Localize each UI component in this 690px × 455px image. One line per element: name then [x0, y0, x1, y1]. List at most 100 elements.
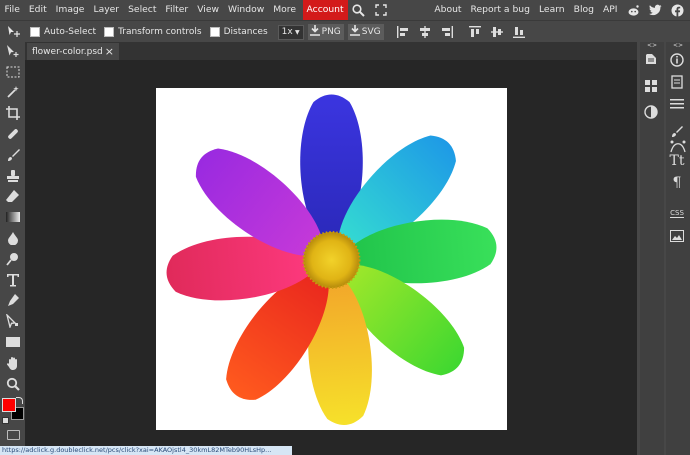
- menu-filter[interactable]: Filter: [161, 0, 193, 20]
- move-tool[interactable]: [0, 42, 25, 63]
- align-left-icon[interactable]: [396, 25, 410, 39]
- menu-edit[interactable]: Edit: [24, 0, 51, 20]
- history-button[interactable]: [640, 50, 662, 72]
- document-tab[interactable]: flower-color.psd ×: [27, 43, 119, 60]
- link-about[interactable]: About: [430, 0, 466, 20]
- menu-image[interactable]: Image: [51, 0, 89, 20]
- menu-account[interactable]: Account: [302, 0, 348, 20]
- foreground-color-swatch[interactable]: [2, 398, 16, 412]
- swatches-button[interactable]: [640, 76, 662, 98]
- align-bottom-icon[interactable]: [512, 25, 526, 39]
- image-icon: [670, 229, 684, 245]
- eraser-icon: [5, 189, 20, 206]
- blur-tool[interactable]: [0, 229, 25, 250]
- path-select-icon: [5, 313, 20, 331]
- menu-window[interactable]: Window: [224, 0, 269, 20]
- stamp-tool[interactable]: [0, 167, 25, 188]
- link-blog[interactable]: Blog: [569, 0, 598, 20]
- transform-controls-box[interactable]: [104, 27, 115, 37]
- twitter-icon[interactable]: [648, 3, 662, 17]
- collapse-arrows[interactable]: <>: [666, 42, 690, 50]
- dodge-tool[interactable]: [0, 250, 25, 271]
- align-right-icon[interactable]: [440, 25, 454, 39]
- swatches-icon: [644, 79, 658, 96]
- link-learn[interactable]: Learn: [534, 0, 569, 20]
- document-tab-bar: flower-color.psd ×: [25, 42, 637, 60]
- shape-tool[interactable]: [0, 333, 25, 354]
- collapse-arrows[interactable]: <>: [640, 42, 664, 50]
- layers-button[interactable]: [666, 72, 688, 94]
- distances-box[interactable]: [209, 27, 220, 37]
- export-svg-button[interactable]: SVG: [347, 24, 384, 40]
- search-icon[interactable]: [352, 3, 366, 17]
- healing-tool[interactable]: [0, 125, 25, 146]
- download-icon: [309, 25, 320, 39]
- export-png-button[interactable]: PNG: [307, 24, 344, 40]
- crop-icon: [5, 106, 20, 123]
- default-colors-icon[interactable]: [2, 417, 9, 424]
- crop-tool[interactable]: [0, 104, 25, 125]
- menu-layer[interactable]: Layer: [89, 0, 124, 20]
- chevron-down-icon: ▼: [295, 28, 300, 36]
- color-swatches: [1, 397, 25, 427]
- align-middle-v-icon[interactable]: [490, 25, 504, 39]
- stamp-icon: [6, 169, 20, 186]
- blur-icon: [7, 231, 19, 248]
- quick-mask-icon[interactable]: [7, 430, 20, 440]
- type-tool[interactable]: [0, 271, 25, 292]
- right-panel: <> <> Tt ¶ CSS: [637, 42, 690, 455]
- adjust-button[interactable]: [640, 102, 662, 124]
- close-icon[interactable]: ×: [105, 45, 114, 58]
- transform-controls-checkbox[interactable]: Transform controls: [104, 27, 202, 37]
- menu-view[interactable]: View: [193, 0, 224, 20]
- zoom-tool[interactable]: [0, 375, 25, 396]
- auto-select-box[interactable]: [30, 27, 40, 37]
- canvas-area[interactable]: [25, 60, 637, 446]
- pen-tool[interactable]: [0, 292, 25, 313]
- link-report-bug[interactable]: Report a bug: [466, 0, 534, 20]
- history-icon: [644, 53, 658, 70]
- path-select-tool[interactable]: [0, 312, 25, 333]
- layers-icon: [670, 74, 684, 92]
- reddit-icon[interactable]: [626, 3, 640, 17]
- brush-icon: [6, 148, 20, 165]
- adjust-icon: [644, 104, 658, 122]
- menu-more[interactable]: More: [269, 0, 301, 20]
- brush-tool[interactable]: [0, 146, 25, 167]
- document-canvas[interactable]: [156, 88, 507, 430]
- facebook-icon[interactable]: [670, 3, 684, 17]
- align-top-icon[interactable]: [468, 25, 482, 39]
- hand-tool[interactable]: [0, 354, 25, 375]
- magic-wand-tool[interactable]: [0, 84, 25, 105]
- swap-colors-icon[interactable]: [16, 397, 23, 404]
- zoom-value: 1x: [281, 27, 293, 37]
- distances-checkbox[interactable]: Distances: [209, 27, 268, 37]
- image-button[interactable]: [666, 226, 688, 248]
- css-button[interactable]: CSS: [666, 202, 688, 224]
- flower-image: [166, 94, 497, 425]
- menu-select[interactable]: Select: [124, 0, 161, 20]
- menu-file[interactable]: File: [0, 0, 24, 20]
- status-url: https://adclick.g.doubleclick.net/pcs/cl…: [0, 446, 292, 455]
- marquee-icon: [6, 66, 20, 81]
- info-icon: [670, 52, 684, 70]
- info-button[interactable]: [666, 50, 688, 72]
- guides-icon[interactable]: [669, 138, 687, 154]
- document-tab-label: flower-color.psd: [32, 46, 103, 57]
- marquee-tool[interactable]: [0, 63, 25, 84]
- properties-icon: [670, 98, 684, 113]
- eraser-tool[interactable]: [0, 188, 25, 209]
- zoom-select[interactable]: 1x ▼: [277, 24, 304, 40]
- zoom-icon: [6, 377, 20, 394]
- align-center-h-icon[interactable]: [418, 25, 432, 39]
- link-api[interactable]: API: [598, 0, 622, 20]
- distances-label: Distances: [223, 27, 268, 37]
- panel-column-right: <> Tt ¶ CSS: [666, 42, 690, 455]
- rectangle-shape-icon: [5, 337, 20, 350]
- auto-select-checkbox[interactable]: Auto-Select: [30, 27, 96, 37]
- export-svg-label: SVG: [361, 27, 381, 37]
- paragraph-button[interactable]: ¶: [666, 172, 688, 194]
- fullscreen-icon[interactable]: [374, 3, 388, 17]
- properties-button[interactable]: [666, 94, 688, 116]
- gradient-tool[interactable]: [0, 208, 25, 229]
